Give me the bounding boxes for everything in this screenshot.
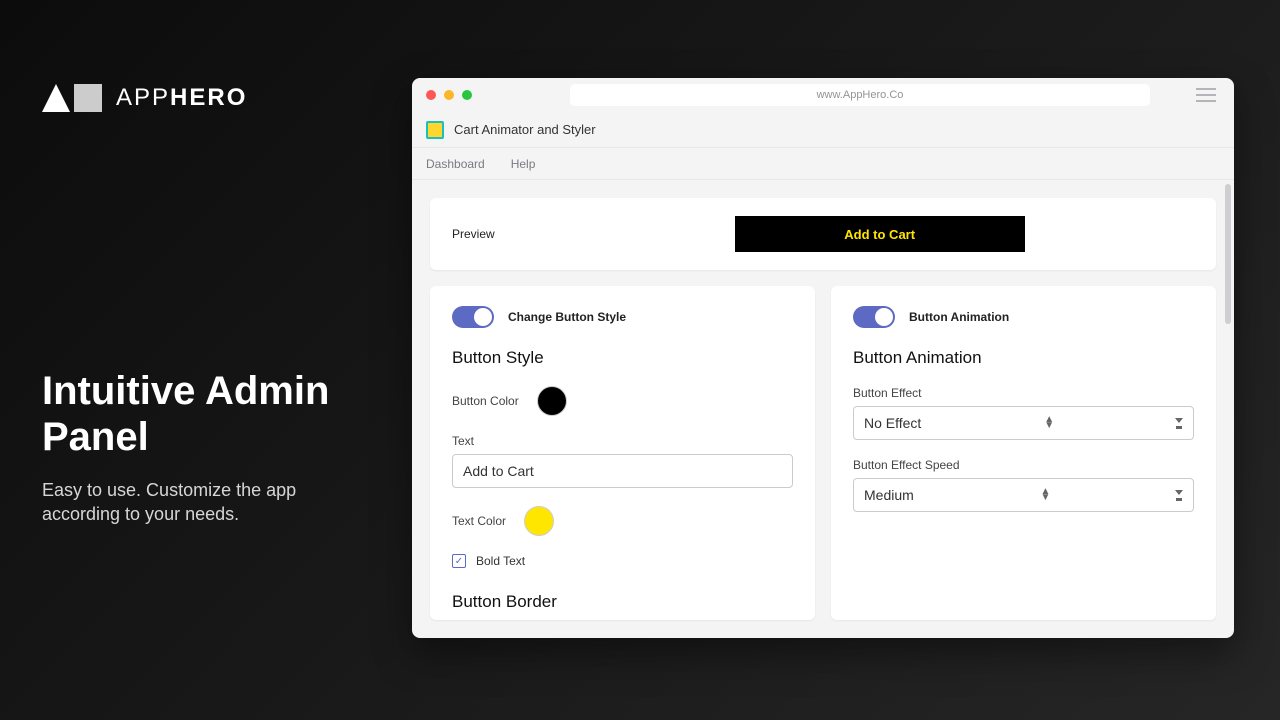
button-style-title: Button Style [452,348,793,368]
app-icon [426,121,444,139]
bold-text-label: Bold Text [476,554,525,568]
button-effect-speed-label: Button Effect Speed [853,458,1194,472]
text-color-swatch[interactable] [524,506,554,536]
content-area: Preview Add to Cart Change Button Style … [412,180,1234,638]
brand-text-light: APP [116,84,170,111]
button-effect-select[interactable]: No Effect ▲▼ [853,406,1194,440]
button-color-label: Button Color [452,394,519,408]
button-animation-title: Button Animation [853,348,1194,368]
brand-shapes [42,84,102,112]
app-title: Cart Animator and Styler [454,122,596,137]
button-animation-card: Button Animation Button Animation Button… [831,286,1216,620]
brand-text: APPHERO [116,84,247,112]
button-effect-speed-value: Medium [864,487,914,503]
headline: Intuitive Admin Panel [42,368,362,460]
text-field-label: Text [452,434,793,448]
tab-help[interactable]: Help [511,157,536,171]
brand-logo: APPHERO [42,84,247,112]
button-animation-toggle-label: Button Animation [909,310,1009,324]
button-style-card: Change Button Style Button Style Button … [430,286,815,620]
button-effect-value: No Effect [864,415,921,431]
scrollbar[interactable] [1225,184,1231,324]
change-button-style-toggle[interactable] [452,306,494,328]
text-color-label: Text Color [452,514,506,528]
preview-add-to-cart-button[interactable]: Add to Cart [735,216,1025,252]
app-header: Cart Animator and Styler [412,112,1234,148]
change-button-style-label: Change Button Style [508,310,626,324]
button-color-swatch[interactable] [537,386,567,416]
button-border-title: Button Border [452,592,793,612]
tab-dashboard[interactable]: Dashboard [426,157,485,171]
chevron-updown-icon: ▲▼ [1044,417,1052,429]
bold-text-checkbox[interactable]: ✓ [452,554,466,568]
button-effect-label: Button Effect [853,386,1194,400]
preview-card: Preview Add to Cart [430,198,1216,270]
button-animation-toggle[interactable] [853,306,895,328]
button-effect-speed-select[interactable]: Medium ▲▼ [853,478,1194,512]
button-text-input[interactable] [452,454,793,488]
maximize-dot-icon[interactable] [462,90,472,100]
minimize-dot-icon[interactable] [444,90,454,100]
url-bar[interactable]: www.AppHero.Co [570,84,1150,106]
nav-tabs: Dashboard Help [412,148,1234,180]
chevron-updown-icon: ▲▼ [1040,489,1048,501]
window-titlebar: www.AppHero.Co [412,78,1234,112]
browser-window: www.AppHero.Co Cart Animator and Styler … [412,78,1234,638]
close-dot-icon[interactable] [426,90,436,100]
preview-label: Preview [452,227,495,241]
menu-icon[interactable] [1196,88,1216,102]
square-icon [74,84,102,112]
brand-text-bold: HERO [170,84,247,111]
subheadline: Easy to use. Customize the app according… [42,478,342,527]
url-text: www.AppHero.Co [817,89,904,101]
triangle-icon [42,84,70,112]
preview-button-text: Add to Cart [844,227,915,242]
